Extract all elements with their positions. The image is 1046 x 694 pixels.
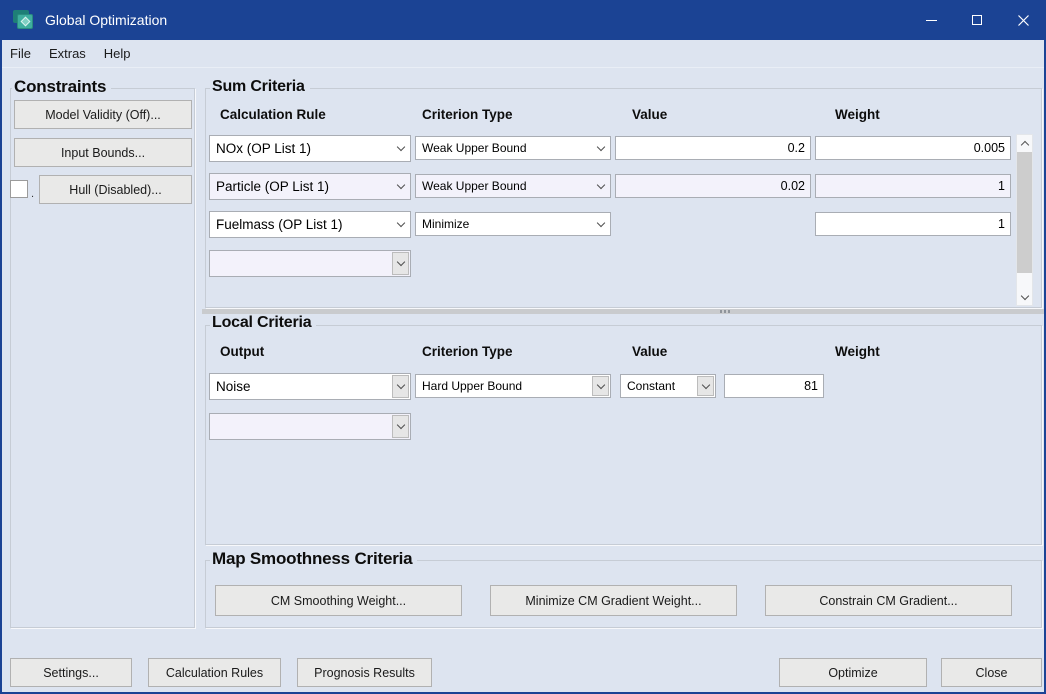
sum-row1-weight-input[interactable] <box>815 136 1011 160</box>
chevron-down-icon <box>697 376 714 396</box>
constrain-cm-gradient-button[interactable]: Constrain CM Gradient... <box>765 585 1012 616</box>
scrollbar-down-button[interactable] <box>1017 289 1032 305</box>
cm-smoothing-weight-button[interactable]: CM Smoothing Weight... <box>215 585 462 616</box>
chevron-down-icon <box>592 214 609 234</box>
close-button[interactable] <box>1000 0 1046 40</box>
prognosis-results-button[interactable]: Prognosis Results <box>297 658 432 687</box>
sum-criteria-heading: Sum Criteria <box>210 78 310 96</box>
menu-file[interactable]: File <box>2 42 40 65</box>
constraints-heading: Constraints <box>12 77 111 97</box>
scrollbar-up-button[interactable] <box>1017 135 1032 151</box>
chevron-down-icon <box>592 176 609 196</box>
chevron-down-icon <box>392 252 409 275</box>
sum-row2-value-input[interactable] <box>615 174 811 198</box>
local-criteria-heading: Local Criteria <box>210 314 316 332</box>
chevron-down-icon <box>592 138 609 158</box>
map-smoothness-heading: Map Smoothness Criteria <box>210 549 417 569</box>
menu-bar: File Extras Help <box>2 40 1044 68</box>
local-col-weight: Weight <box>835 344 880 359</box>
close-dialog-button[interactable]: Close <box>941 658 1042 687</box>
sum-col-criterion-type: Criterion Type <box>422 107 513 122</box>
local-row2-output-combobox[interactable] <box>209 413 411 440</box>
sum-row2-criterion-type-combobox[interactable]: Weak Upper Bound <box>415 174 611 198</box>
menu-help[interactable]: Help <box>95 42 140 65</box>
hull-dot-label: . <box>31 188 34 200</box>
chevron-down-icon <box>392 415 409 438</box>
minimize-cm-gradient-weight-button[interactable]: Minimize CM Gradient Weight... <box>490 585 737 616</box>
local-row1-criterion-type-combobox[interactable]: Hard Upper Bound <box>415 374 611 398</box>
title-bar: Global Optimization <box>0 0 1046 40</box>
model-validity-button[interactable]: Model Validity (Off)... <box>14 100 192 129</box>
splitter-grip-icon <box>720 310 722 313</box>
minimize-button[interactable] <box>908 0 954 40</box>
maximize-button[interactable] <box>954 0 1000 40</box>
settings-button[interactable]: Settings... <box>10 658 132 687</box>
window-title: Global Optimization <box>45 12 167 28</box>
global-optimization-window: Global Optimization File Extras Help Con… <box>0 0 1046 694</box>
sum-col-calculation-rule: Calculation Rule <box>220 107 326 122</box>
sum-local-splitter[interactable] <box>202 309 1045 314</box>
input-bounds-button[interactable]: Input Bounds... <box>14 138 192 167</box>
app-icon <box>13 10 35 30</box>
local-row1-output-combobox[interactable]: Noise <box>209 373 411 400</box>
local-col-value: Value <box>632 344 667 359</box>
local-row1-value-input[interactable] <box>724 374 824 398</box>
sum-row3-weight-input[interactable] <box>815 212 1011 236</box>
sum-row1-calc-rule-combobox[interactable]: NOx (OP List 1) <box>209 135 411 162</box>
chevron-down-icon <box>392 175 409 198</box>
maximize-icon <box>972 15 982 25</box>
sum-row1-value-input[interactable] <box>615 136 811 160</box>
splitter-grip-icon <box>728 310 730 313</box>
calculation-rules-button[interactable]: Calculation Rules <box>148 658 281 687</box>
chevron-up-icon <box>1020 140 1028 148</box>
chevron-down-icon <box>392 137 409 160</box>
chevron-down-icon <box>1020 292 1028 300</box>
hull-button[interactable]: Hull (Disabled)... <box>39 175 192 204</box>
splitter-grip-icon <box>724 310 726 313</box>
sum-row3-calc-rule-combobox[interactable]: Fuelmass (OP List 1) <box>209 211 411 238</box>
local-row1-value-mode-combobox[interactable]: Constant <box>620 374 716 398</box>
sum-row3-criterion-type-combobox[interactable]: Minimize <box>415 212 611 236</box>
local-col-criterion-type: Criterion Type <box>422 344 513 359</box>
minimize-icon <box>926 20 937 21</box>
menu-extras[interactable]: Extras <box>40 42 95 65</box>
local-col-output: Output <box>220 344 264 359</box>
chevron-down-icon <box>392 375 409 398</box>
sum-row2-calc-rule-combobox[interactable]: Particle (OP List 1) <box>209 173 411 200</box>
sum-row2-weight-input[interactable] <box>815 174 1011 198</box>
chevron-down-icon <box>592 376 609 396</box>
chevron-down-icon <box>392 213 409 236</box>
sum-row4-calc-rule-combobox[interactable] <box>209 250 411 277</box>
sum-col-value: Value <box>632 107 667 122</box>
optimize-button[interactable]: Optimize <box>779 658 927 687</box>
sum-criteria-scrollbar[interactable] <box>1016 134 1033 306</box>
hull-checkbox[interactable] <box>10 180 28 198</box>
sum-row1-criterion-type-combobox[interactable]: Weak Upper Bound <box>415 136 611 160</box>
close-icon <box>1017 14 1030 27</box>
sum-col-weight: Weight <box>835 107 880 122</box>
constraints-group <box>10 88 195 628</box>
scrollbar-thumb[interactable] <box>1017 152 1032 273</box>
